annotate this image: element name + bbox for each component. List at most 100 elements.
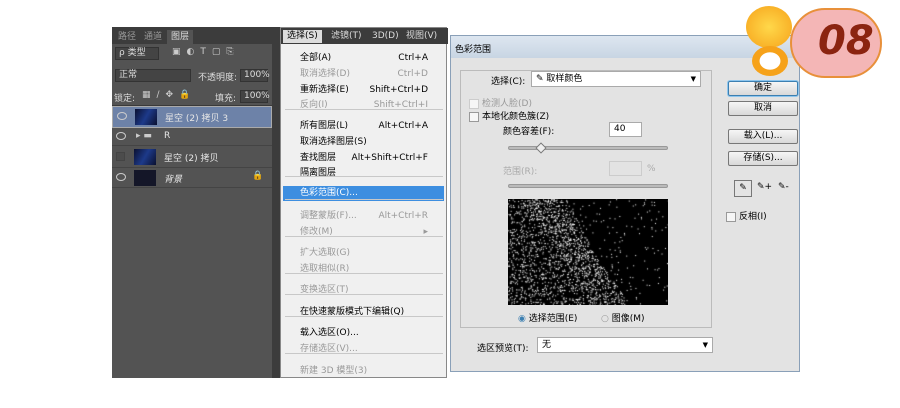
layer-row[interactable]: 星空 (2) 拷贝 3 [112, 106, 272, 128]
dropdown-arrow-icon: ▼ [702, 341, 708, 349]
menu-item[interactable]: 存储选区(V)... [283, 342, 444, 357]
ok-button[interactable]: 确定 [728, 81, 798, 96]
preview-dropdown[interactable]: 无 ▼ [537, 337, 713, 353]
menu-item[interactable]: 取消选择图层(S) [283, 135, 444, 150]
localized-clusters-checkbox[interactable]: 本地化颜色簇(Z) [469, 109, 549, 122]
fill-label: 填充: [215, 94, 237, 104]
preview-label: 选区预览(T): [477, 344, 529, 354]
menu-select[interactable]: 选择(S) [283, 30, 322, 43]
menu-separator [285, 236, 443, 237]
menu-item-label: 新建 3D 模型(3) [300, 366, 368, 376]
tiger-mascot-icon [740, 2, 800, 78]
localized-label: 本地化颜色簇(Z) [482, 112, 550, 122]
dropdown-arrow-icon: ▼ [690, 75, 696, 83]
menu-separator [285, 294, 443, 295]
fuzziness-label: 颜色容差(F): [503, 127, 555, 137]
tab-paths[interactable]: 路径 [114, 30, 140, 44]
folder-icon: ▸ ▬ [136, 131, 152, 141]
menu-separator [285, 109, 443, 110]
eyedropper-icon[interactable]: ✎ [734, 180, 752, 197]
menu-item-shortcut: Ctrl+A [398, 53, 428, 63]
invert-checkbox[interactable]: 反相(I) [726, 209, 767, 222]
menu-separator [285, 353, 443, 354]
menu-item-shortcut: Shift+Ctrl+I [373, 100, 428, 110]
menu-view[interactable]: 视图(V) [402, 30, 441, 43]
menu-item[interactable]: 取消选择(D) Ctrl+D [283, 67, 444, 82]
opacity-label: 不透明度: [198, 73, 238, 83]
menu-item-label: 调整蒙版(F)... [300, 211, 357, 221]
panel-tabs: 路径 通道 图层 [112, 27, 280, 44]
menu-item[interactable]: 反向(I) Shift+Ctrl+I [283, 98, 444, 113]
layer-filter-select[interactable]: ρ 类型 [115, 47, 159, 60]
menu-item-label: 扩大选取(G) [300, 248, 350, 258]
menubar: 选择(S) 滤镜(T) 3D(D) 视图(V) [281, 28, 448, 44]
opacity-input[interactable]: 100% [240, 69, 270, 82]
menu-separator [285, 273, 443, 274]
menu-item-shortcut: Shift+Ctrl+D [369, 85, 428, 95]
eye-icon[interactable] [116, 173, 126, 181]
menu-item[interactable]: 变换选区(T) [283, 283, 444, 298]
radio-checked-icon: ◉ [518, 314, 529, 324]
menu-item[interactable]: 新建 3D 模型(3) [283, 364, 444, 379]
layer-row[interactable]: ▸ ▬ R [112, 128, 272, 146]
menu-item[interactable]: 扩大选取(G) [283, 246, 444, 261]
cancel-button[interactable]: 取消 [728, 101, 798, 116]
menu-separator [285, 316, 443, 317]
menu-item[interactable]: 在快速蒙版模式下编辑(Q) [283, 305, 444, 320]
menu-item-label: 取消选择(D) [300, 69, 350, 79]
tab-channels[interactable]: 通道 [140, 30, 166, 44]
save-button[interactable]: 存储(S)... [728, 151, 798, 166]
menu-item[interactable]: 所有图层(L) Alt+Ctrl+A [283, 119, 444, 134]
fuzziness-slider[interactable] [508, 142, 668, 154]
layers-panel: 路径 通道 图层 ρ 类型 ▣◐T▢⎘ 正常 不透明度: 100% 锁定: ▦∕… [112, 27, 280, 378]
menu-item[interactable]: 修改(M) ▸ [283, 225, 444, 240]
filter-icons[interactable]: ▣◐T▢⎘ [172, 47, 240, 57]
detect-faces-checkbox[interactable]: 检测人脸(D) [469, 96, 532, 109]
eyedropper-icon: ✎ [536, 74, 547, 84]
load-button[interactable]: 载入(L)... [728, 129, 798, 144]
layer-thumbnail [134, 170, 156, 186]
preview-value: 无 [542, 340, 552, 350]
tab-layers[interactable]: 图层 [167, 30, 194, 44]
menu-item[interactable]: 载入选区(O)... [283, 326, 444, 341]
menu-item-shortcut: ▸ [423, 227, 428, 237]
eyedropper-subtract-icon[interactable]: ✎- [778, 182, 789, 192]
range-label: 范围(R): [503, 167, 538, 177]
lock-label: 锁定: [114, 94, 136, 104]
select-value: 取样颜色 [546, 74, 583, 84]
menu-item[interactable]: 隔离图层 [283, 166, 444, 181]
menu-3d[interactable]: 3D(D) [368, 30, 403, 43]
menu-item[interactable]: 选取相似(R) [283, 262, 444, 277]
menu-item-shortcut: Alt+Ctrl+R [378, 211, 428, 221]
range-input [609, 161, 642, 176]
color-range-dialog: 色彩范围 选择(C): ✎ 取样颜色 ▼ 检测人脸(D) 本地化颜色簇(Z) 颜… [450, 35, 800, 372]
menu-filter[interactable]: 滤镜(T) [327, 30, 366, 43]
lock-icons[interactable]: ▦∕✥🔒 [142, 90, 196, 100]
canvas-edge [272, 27, 280, 378]
selection-preview[interactable] [508, 199, 668, 305]
layer-row[interactable]: 星空 (2) 拷贝 [112, 146, 272, 168]
menu-item[interactable]: 重新选择(E) Shift+Ctrl+D [283, 83, 444, 98]
radio-selection[interactable]: ◉ 选择范围(E) [518, 311, 577, 324]
eyedropper-add-icon[interactable]: ✎+ [757, 182, 772, 192]
menu-item-label: 色彩范围(C)... [300, 188, 358, 198]
radio-selection-label: 选择范围(E) [528, 314, 578, 324]
menu-item[interactable]: 查找图层 Alt+Shift+Ctrl+F [283, 151, 444, 166]
eye-icon[interactable] [116, 132, 126, 140]
range-slider [508, 184, 668, 188]
select-label: 选择(C): [491, 77, 526, 87]
range-unit: % [647, 164, 656, 174]
select-dropdown[interactable]: ✎ 取样颜色 ▼ [531, 71, 701, 87]
radio-image[interactable]: ○ 图像(M) [601, 311, 645, 324]
invert-label: 反相(I) [739, 212, 767, 222]
menu-item-label: 取消选择图层(S) [300, 137, 367, 147]
fuzziness-input[interactable]: 40 [609, 122, 642, 137]
menu-item[interactable]: 调整蒙版(F)... Alt+Ctrl+R [283, 209, 444, 224]
menu-item[interactable]: 全部(A) Ctrl+A [283, 51, 444, 66]
fill-input[interactable]: 100% [240, 90, 270, 103]
blend-mode-select[interactable]: 正常 [115, 69, 191, 82]
visibility-toggle[interactable] [116, 152, 125, 161]
eye-icon[interactable] [117, 112, 127, 120]
layer-row[interactable]: 背景 🔒 [112, 168, 272, 188]
layer-thumbnail [134, 149, 156, 165]
